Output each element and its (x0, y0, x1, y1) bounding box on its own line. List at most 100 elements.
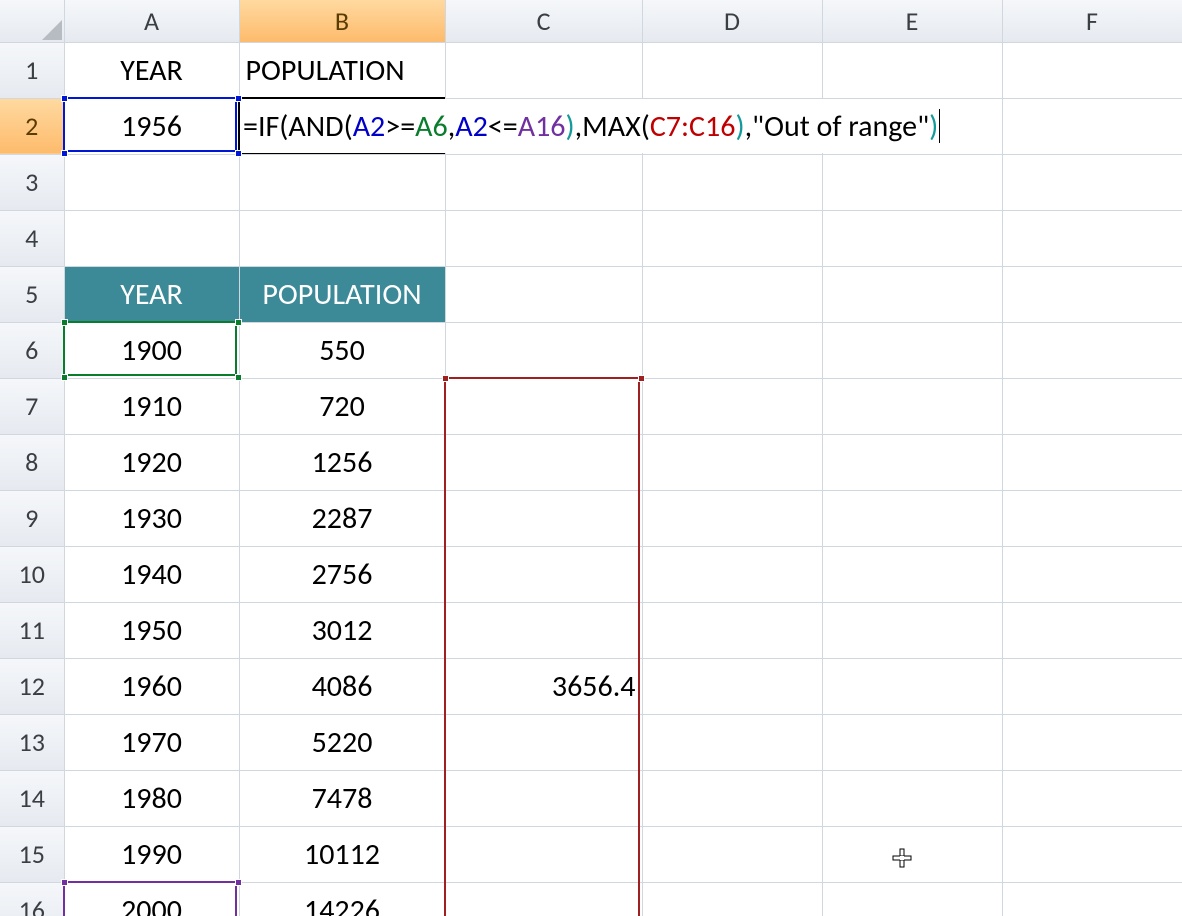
cell-A11[interactable]: 1950 (64, 602, 239, 658)
cell-F6[interactable] (1002, 322, 1182, 378)
cell-B12[interactable]: 4086 (239, 658, 445, 714)
cell-D5[interactable] (642, 266, 822, 322)
cell-A14[interactable]: 1980 (64, 770, 239, 826)
cell-A3[interactable] (64, 154, 239, 210)
cell-E16[interactable] (822, 882, 1002, 916)
cell-C5[interactable] (445, 266, 642, 322)
cell-A6[interactable]: 1900 (64, 322, 239, 378)
cell-D9[interactable] (642, 490, 822, 546)
cell-D1[interactable] (642, 42, 822, 98)
cell-F3[interactable] (1002, 154, 1182, 210)
row-header-7[interactable]: 7 (0, 378, 64, 434)
cell-B9[interactable]: 2287 (239, 490, 445, 546)
row-header-2[interactable]: 2 (0, 98, 64, 154)
cell-D13[interactable] (642, 714, 822, 770)
cell-C14[interactable] (445, 770, 642, 826)
cell-B16[interactable]: 14226 (239, 882, 445, 916)
cell-A13[interactable]: 1970 (64, 714, 239, 770)
cell-B10[interactable]: 2756 (239, 546, 445, 602)
cell-D10[interactable] (642, 546, 822, 602)
cell-B3[interactable] (239, 154, 445, 210)
cell-A1[interactable]: YEAR (64, 42, 239, 98)
cell-F8[interactable] (1002, 434, 1182, 490)
row-header-8[interactable]: 8 (0, 434, 64, 490)
cell-C9[interactable] (445, 490, 642, 546)
cell-D11[interactable] (642, 602, 822, 658)
col-header-E[interactable]: E (822, 0, 1002, 42)
cell-F2[interactable] (1002, 98, 1182, 154)
spreadsheet-grid[interactable]: ABCDEF1YEARPOPULATION21956345YEARPOPULAT… (0, 0, 1182, 916)
select-all-corner[interactable] (0, 0, 64, 42)
cell-E7[interactable] (822, 378, 1002, 434)
cell-E10[interactable] (822, 546, 1002, 602)
row-header-5[interactable]: 5 (0, 266, 64, 322)
cell-D6[interactable] (642, 322, 822, 378)
cell-B5[interactable]: POPULATION (239, 266, 445, 322)
col-header-F[interactable]: F (1002, 0, 1182, 42)
row-header-1[interactable]: 1 (0, 42, 64, 98)
cell-F1[interactable] (1002, 42, 1182, 98)
cell-F5[interactable] (1002, 266, 1182, 322)
cell-C4[interactable] (445, 210, 642, 266)
row-header-14[interactable]: 14 (0, 770, 64, 826)
row-header-13[interactable]: 13 (0, 714, 64, 770)
row-header-10[interactable]: 10 (0, 546, 64, 602)
cell-E9[interactable] (822, 490, 1002, 546)
cell-D8[interactable] (642, 434, 822, 490)
cell-E8[interactable] (822, 434, 1002, 490)
row-header-15[interactable]: 15 (0, 826, 64, 882)
cell-B14[interactable]: 7478 (239, 770, 445, 826)
cell-C1[interactable] (445, 42, 642, 98)
row-header-4[interactable]: 4 (0, 210, 64, 266)
cell-F16[interactable] (1002, 882, 1182, 916)
cell-C8[interactable] (445, 434, 642, 490)
cell-B6[interactable]: 550 (239, 322, 445, 378)
cell-A7[interactable]: 1910 (64, 378, 239, 434)
cell-C12[interactable]: 3656.4 (445, 658, 642, 714)
cell-E1[interactable] (822, 42, 1002, 98)
cell-C3[interactable] (445, 154, 642, 210)
cell-F11[interactable] (1002, 602, 1182, 658)
cell-A9[interactable]: 1930 (64, 490, 239, 546)
cell-A8[interactable]: 1920 (64, 434, 239, 490)
cell-E12[interactable] (822, 658, 1002, 714)
cell-E11[interactable] (822, 602, 1002, 658)
cell-D16[interactable] (642, 882, 822, 916)
cell-C7[interactable] (445, 378, 642, 434)
cell-B7[interactable]: 720 (239, 378, 445, 434)
cell-F9[interactable] (1002, 490, 1182, 546)
cell-E6[interactable] (822, 322, 1002, 378)
cell-B1[interactable]: POPULATION (239, 42, 445, 98)
cell-F13[interactable] (1002, 714, 1182, 770)
col-header-A[interactable]: A (64, 0, 239, 42)
cell-D15[interactable] (642, 826, 822, 882)
cell-B15[interactable]: 10112 (239, 826, 445, 882)
row-header-3[interactable]: 3 (0, 154, 64, 210)
cell-C16[interactable] (445, 882, 642, 916)
cell-C15[interactable] (445, 826, 642, 882)
formula-edit-overlay[interactable]: =IF(AND(A2>=A6,A2<=A16),MAX(C7:C16),"Out… (243, 98, 940, 154)
cell-A16[interactable]: 2000 (64, 882, 239, 916)
cell-F4[interactable] (1002, 210, 1182, 266)
cell-C6[interactable] (445, 322, 642, 378)
col-header-D[interactable]: D (642, 0, 822, 42)
cell-C10[interactable] (445, 546, 642, 602)
cell-B4[interactable] (239, 210, 445, 266)
cell-E15[interactable] (822, 826, 1002, 882)
row-header-11[interactable]: 11 (0, 602, 64, 658)
row-header-12[interactable]: 12 (0, 658, 64, 714)
cell-F12[interactable] (1002, 658, 1182, 714)
cell-C13[interactable] (445, 714, 642, 770)
cell-A5[interactable]: YEAR (64, 266, 239, 322)
cell-E3[interactable] (822, 154, 1002, 210)
cell-D4[interactable] (642, 210, 822, 266)
cell-A12[interactable]: 1960 (64, 658, 239, 714)
cell-E4[interactable] (822, 210, 1002, 266)
cell-A2[interactable]: 1956 (64, 98, 239, 154)
cell-B8[interactable]: 1256 (239, 434, 445, 490)
cell-A4[interactable] (64, 210, 239, 266)
cell-D3[interactable] (642, 154, 822, 210)
row-header-9[interactable]: 9 (0, 490, 64, 546)
cell-C11[interactable] (445, 602, 642, 658)
row-header-16[interactable]: 16 (0, 882, 64, 916)
